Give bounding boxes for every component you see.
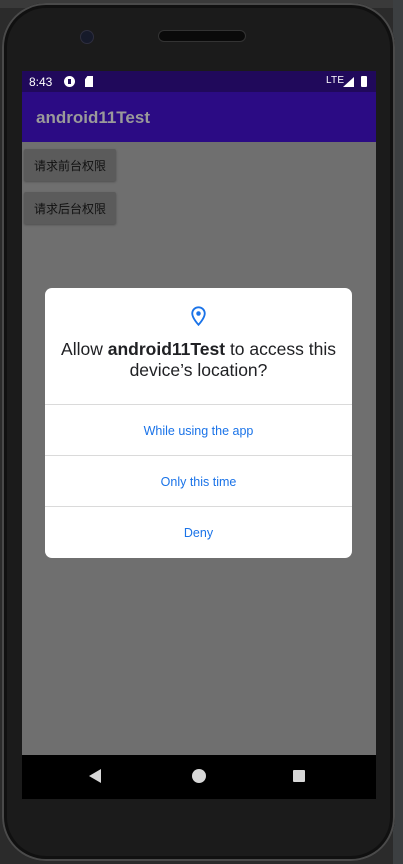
battery-icon: [361, 76, 367, 87]
network-type: LTE: [326, 75, 345, 86]
location-permission-dialog: Allow android11Test to access this devic…: [45, 288, 352, 558]
status-bar: 8:43 LTE: [22, 71, 376, 92]
back-icon[interactable]: [89, 769, 101, 783]
request-foreground-permission-button[interactable]: 请求前台权限: [24, 149, 116, 181]
dialog-title-prefix: Allow: [61, 339, 108, 359]
home-icon[interactable]: [192, 769, 206, 783]
front-camera: [80, 30, 94, 44]
status-time: 8:43: [29, 75, 53, 89]
dialog-title: Allow android11Test to access this devic…: [55, 339, 342, 381]
sd-card-icon: [85, 76, 93, 87]
app-toolbar: android11Test: [22, 92, 376, 142]
recents-icon[interactable]: [293, 770, 305, 782]
deny-button[interactable]: Deny: [45, 507, 352, 558]
location-pin-icon: [191, 306, 206, 326]
cast-icon: [64, 76, 75, 87]
dialog-title-app-name: android11Test: [107, 339, 226, 359]
speaker-grille: [158, 30, 246, 42]
while-using-app-button[interactable]: While using the app: [45, 405, 352, 456]
navigation-bar: [22, 755, 376, 799]
app-title: android11Test: [36, 108, 150, 127]
request-background-permission-button[interactable]: 请求后台权限: [24, 192, 116, 224]
device-screen: 8:43 LTE android11Test 请求前台权限 请求后台权限 All…: [22, 71, 376, 755]
signal-icon: [343, 77, 354, 87]
only-this-time-button[interactable]: Only this time: [45, 456, 352, 507]
